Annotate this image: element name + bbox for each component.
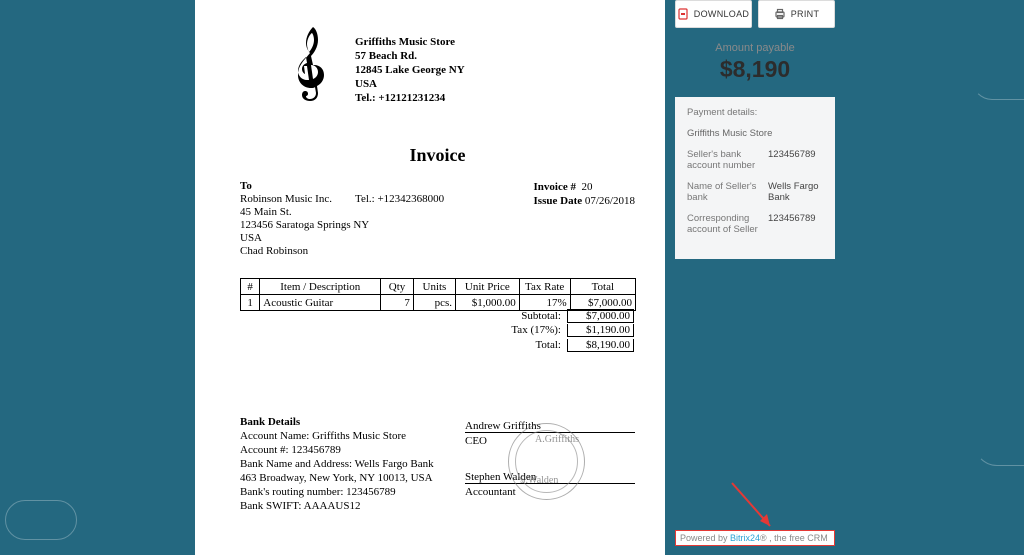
powered-pre: Powered by: [680, 533, 730, 543]
download-label: DOWNLOAD: [694, 9, 749, 19]
app-stage: Griffiths Music Store 57 Beach Rd. 12845…: [0, 0, 1024, 555]
to-tel: Tel.: +12342368000: [355, 193, 444, 205]
powered-by-badge[interactable]: Powered by Bitrix24® , the free CRM: [675, 530, 835, 546]
company-tel: Tel.: +12121231234: [355, 91, 465, 105]
th-desc: Item / Description: [260, 279, 381, 295]
th-units: Units: [413, 279, 455, 295]
invoice-no-label: Invoice #: [534, 181, 576, 193]
to-contact: Chad Robinson: [240, 245, 369, 258]
invoice-no: 20: [582, 181, 593, 193]
subtotal-value: $7,000.00: [567, 309, 634, 323]
company-name: Griffiths Music Store: [355, 35, 465, 49]
company-country: USA: [355, 77, 465, 91]
amount-payable-label: Amount payable: [675, 42, 835, 54]
subtotal-label: Subtotal:: [240, 310, 567, 322]
treble-clef-icon: [295, 25, 331, 103]
to-label: To: [240, 180, 369, 193]
pdf-icon: [678, 8, 689, 20]
amount-payable-value: $8,190: [675, 56, 835, 83]
payment-details-card: Payment details: Griffiths Music Store S…: [675, 97, 835, 259]
to-addr1: 45 Main St.: [240, 206, 369, 219]
to-name: Robinson Music Inc.: [240, 193, 369, 206]
to-addr2: 123456 Saratoga Springs NY: [240, 219, 369, 232]
invoice-document: Griffiths Music Store 57 Beach Rd. 12845…: [195, 0, 665, 555]
printer-icon: [774, 8, 786, 20]
issue-date-label: Issue Date: [534, 195, 583, 207]
cloud-deco: [972, 60, 1024, 100]
company-addr2: 12845 Lake George NY: [355, 63, 465, 77]
to-country: USA: [240, 232, 369, 245]
total-value: $8,190.00: [567, 339, 634, 352]
pay-v3: 123456789: [768, 213, 823, 235]
th-taxrate: Tax Rate: [519, 279, 570, 295]
print-button[interactable]: PRINT: [758, 0, 835, 28]
pay-v2: Wells Fargo Bank: [768, 181, 823, 203]
signature-scribble: A.Griffiths: [535, 434, 579, 445]
bank-line: Account #: 123456789: [240, 443, 434, 457]
items-table: # Item / Description Qty Units Unit Pric…: [240, 278, 636, 311]
company-block: Griffiths Music Store 57 Beach Rd. 12845…: [355, 35, 465, 105]
pay-k1: Seller's bank account number: [687, 149, 760, 171]
pay-v1: 123456789: [768, 149, 823, 171]
total-label: Total:: [240, 339, 567, 351]
annotation-arrow-icon: [724, 478, 784, 538]
cloud-deco: [974, 420, 1024, 466]
payment-details-title: Payment details:: [687, 107, 823, 118]
bill-to-block: To Robinson Music Inc. 45 Main St. 12345…: [240, 180, 369, 258]
company-addr1: 57 Beach Rd.: [355, 49, 465, 63]
bank-details: Bank Details Account Name: Griffiths Mus…: [240, 415, 434, 513]
bank-line: Bank's routing number: 123456789: [240, 485, 434, 499]
totals-block: Subtotal:$7,000.00 Tax (17%):$1,190.00 T…: [240, 309, 636, 354]
pay-k3: Corresponding account of Seller: [687, 213, 760, 235]
cloud-deco: [5, 500, 77, 540]
bank-header: Bank Details: [240, 415, 434, 429]
tax-label: Tax (17%):: [240, 324, 567, 336]
bank-line: 463 Broadway, New York, NY 10013, USA: [240, 471, 434, 485]
print-label: PRINT: [791, 9, 820, 19]
th-total: Total: [570, 279, 635, 295]
powered-brand: Bitrix24: [730, 533, 760, 543]
side-panel: DOWNLOAD PRINT Amount payable $8,190 Pay…: [675, 0, 835, 259]
document-title: Invoice: [240, 145, 635, 166]
download-button[interactable]: DOWNLOAD: [675, 0, 752, 28]
th-qty: Qty: [381, 279, 414, 295]
th-price: Unit Price: [455, 279, 519, 295]
issue-date: 07/26/2018: [585, 195, 635, 207]
th-num: #: [241, 279, 260, 295]
bank-line: Bank SWIFT: AAAAUS12: [240, 499, 434, 513]
bank-line: Account Name: Griffiths Music Store: [240, 429, 434, 443]
signature-scribble: S.Walden: [520, 475, 558, 486]
tax-value: $1,190.00: [567, 324, 634, 337]
invoice-meta: Invoice # 20 Issue Date 07/26/2018: [534, 180, 635, 208]
payment-store: Griffiths Music Store: [687, 128, 823, 139]
pay-k2: Name of Seller's bank: [687, 181, 760, 203]
bank-line: Bank Name and Address: Wells Fargo Bank: [240, 457, 434, 471]
powered-suf: ® , the free CRM: [760, 533, 828, 543]
